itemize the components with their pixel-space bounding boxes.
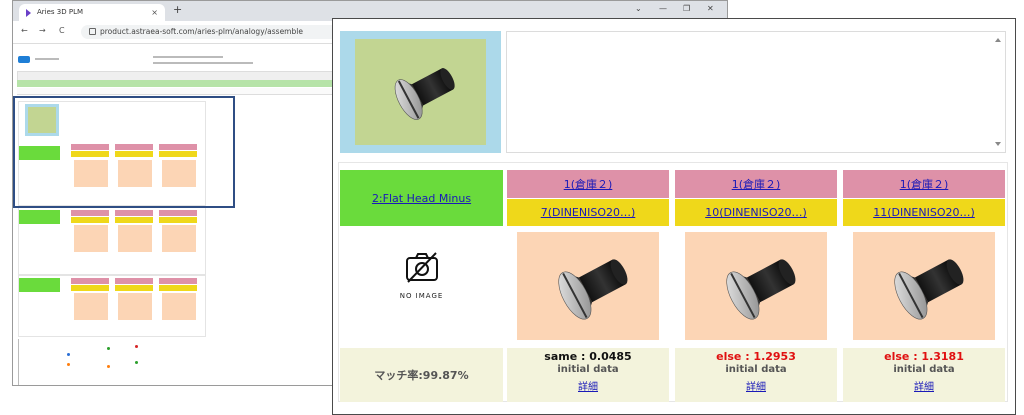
mini-chart-point [107, 347, 110, 350]
result-detail-link[interactable]: 詳細 [914, 382, 934, 393]
result-score: same : 0.0485 [544, 350, 632, 363]
match-rate-text: マッチ率:99.87% [374, 369, 469, 382]
minimize-icon[interactable]: — [659, 4, 667, 13]
mini-query-name[interactable] [19, 278, 60, 292]
mini-chart-point [67, 363, 70, 366]
result-location-link[interactable]: 1(倉庫２) [564, 176, 613, 192]
mini-thumb [118, 293, 152, 320]
result-location-cell: 1(倉庫２) [507, 170, 669, 198]
mini-chart-point [67, 353, 70, 356]
result-location-cell: 1(倉庫２) [843, 170, 1005, 198]
mini-table-row-selected[interactable] [17, 80, 333, 87]
result-part-cell: 11(DINENISO20…) [843, 199, 1005, 226]
mini-part [159, 285, 197, 291]
mini-chart-point [107, 365, 110, 368]
tab-close-icon[interactable]: × [151, 4, 158, 21]
result-thumbnail[interactable] [517, 232, 659, 340]
forward-icon[interactable]: → [39, 26, 46, 35]
mini-part [71, 285, 109, 291]
mini-part [115, 285, 153, 291]
result-part-cell: 7(DINENISO20…) [507, 199, 669, 226]
mini-thumb [74, 225, 108, 252]
result-score-cell: else : 1.3181 initial data 詳細 [843, 348, 1005, 402]
description-textarea[interactable] [506, 31, 1006, 153]
tab-title: Aries 3D PLM [37, 8, 84, 16]
mini-chart-point [135, 345, 138, 348]
zoomed-result-panel: 2:Flat Head Minus NO IMAGE マッチ率:99.87% 1… [332, 18, 1016, 415]
mini-location [159, 278, 197, 284]
mini-thumb [162, 225, 196, 252]
no-image-camera-icon [406, 252, 438, 283]
mini-location [71, 210, 109, 216]
url-text: product.astraea-soft.com/aries-plm/analo… [100, 27, 303, 36]
mini-search-button[interactable] [18, 56, 30, 63]
flat-head-screw-icon [894, 259, 964, 320]
match-rate-cell: マッチ率:99.87% [340, 348, 503, 402]
flat-head-screw-icon [394, 68, 455, 120]
result-status: initial data [557, 364, 619, 375]
result-part-cell: 10(DINENISO20…) [675, 199, 837, 226]
mini-part [159, 217, 197, 223]
result-detail-link[interactable]: 詳細 [746, 382, 766, 393]
result-location-link[interactable]: 1(倉庫２) [732, 176, 781, 192]
no-image-cell: NO IMAGE [340, 228, 503, 346]
aries-logo-icon [26, 9, 31, 17]
result-thumb-cell [843, 228, 1005, 346]
result-part-link[interactable]: 10(DINENISO20…) [705, 206, 807, 219]
mini-location [159, 210, 197, 216]
query-name-link[interactable]: 2:Flat Head Minus [372, 192, 471, 205]
mini-part [115, 217, 153, 223]
mini-text [35, 58, 59, 60]
no-image-label: NO IMAGE [399, 292, 444, 300]
result-location-cell: 1(倉庫２) [675, 170, 837, 198]
scroll-down-icon[interactable] [995, 142, 1001, 146]
restore-icon[interactable]: ❐ [683, 4, 690, 13]
query-name-cell: 2:Flat Head Minus [340, 170, 503, 226]
mini-text [153, 56, 223, 58]
mini-part [71, 217, 109, 223]
back-icon[interactable]: ← [21, 26, 28, 35]
result-thumb-cell [507, 228, 669, 346]
result-status: initial data [893, 364, 955, 375]
flat-head-screw-icon [726, 259, 796, 320]
result-thumbnail[interactable] [853, 232, 995, 340]
mini-text [153, 62, 253, 64]
result-detail-link[interactable]: 詳細 [578, 382, 598, 393]
result-score: else : 1.3181 [884, 350, 964, 363]
result-thumb-cell [675, 228, 837, 346]
mini-thumb [162, 293, 196, 320]
mini-scatter-chart [18, 339, 199, 385]
result-score: else : 1.2953 [716, 350, 796, 363]
scroll-up-icon[interactable] [995, 38, 1001, 42]
highlight-frame [13, 96, 235, 208]
result-status: initial data [725, 364, 787, 375]
result-score-cell: else : 1.2953 initial data 詳細 [675, 348, 837, 402]
result-score-cell: same : 0.0485 initial data 詳細 [507, 348, 669, 402]
browser-tab[interactable]: Aries 3D PLM × [19, 4, 165, 21]
reload-icon[interactable]: C [59, 26, 65, 35]
new-tab-icon[interactable]: + [173, 3, 182, 16]
window-chevron-icon[interactable]: ⌄ [635, 4, 642, 13]
mini-thumb [74, 293, 108, 320]
mini-result-panel [18, 207, 206, 275]
result-location-link[interactable]: 1(倉庫２) [900, 176, 949, 192]
textarea-scrollbar[interactable] [994, 32, 1002, 152]
mini-table-row[interactable] [17, 88, 333, 95]
mini-chart-point [135, 361, 138, 364]
mini-result-panel [18, 275, 206, 337]
mini-thumb [118, 225, 152, 252]
lock-icon [89, 28, 96, 35]
result-part-link[interactable]: 11(DINENISO20…) [873, 206, 975, 219]
flat-head-screw-icon [558, 259, 628, 320]
mini-query-name[interactable] [19, 210, 60, 224]
result-thumbnail[interactable] [685, 232, 827, 340]
mini-location [115, 278, 153, 284]
result-part-link[interactable]: 7(DINENISO20…) [541, 206, 636, 219]
mini-location [115, 210, 153, 216]
close-window-icon[interactable]: ✕ [707, 4, 714, 13]
query-model-image [340, 31, 501, 153]
result-grid: 2:Flat Head Minus NO IMAGE マッチ率:99.87% 1… [338, 162, 1008, 402]
mini-location [71, 278, 109, 284]
